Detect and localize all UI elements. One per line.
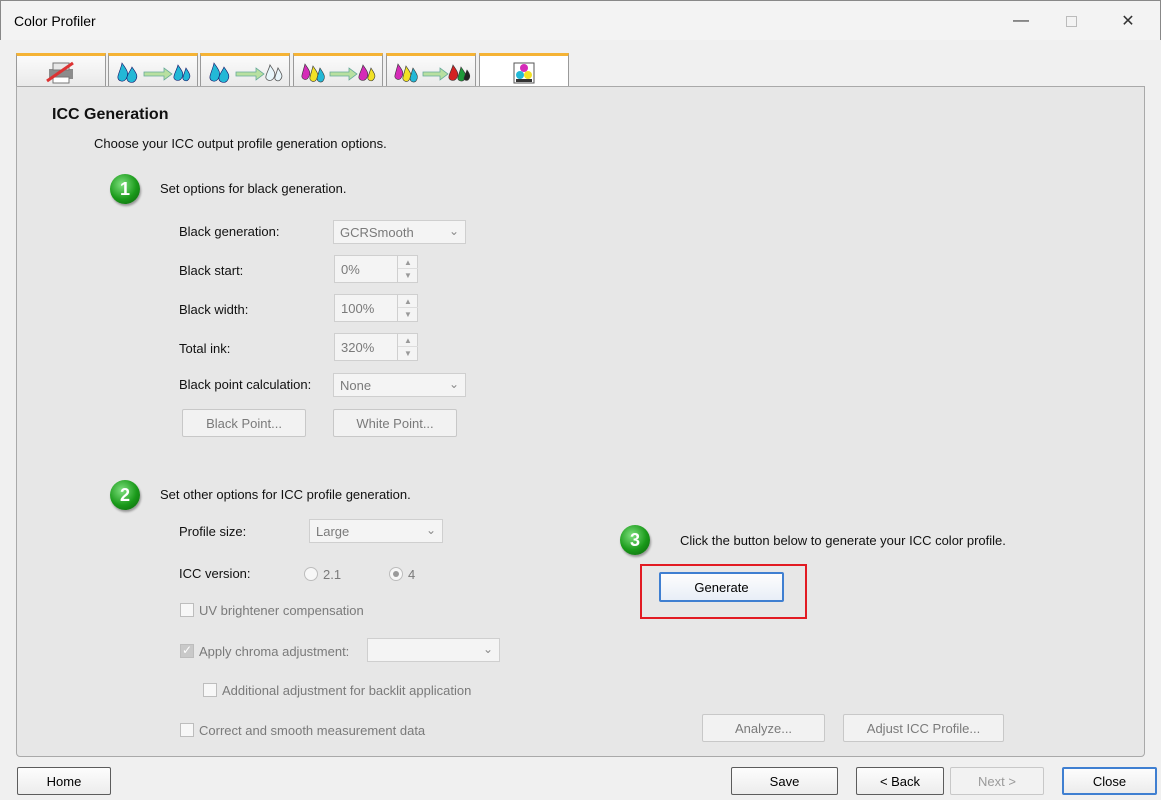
uv-brightener-label: UV brightener compensation (199, 603, 364, 618)
correct-smooth-checkbox[interactable] (180, 723, 194, 737)
spin-down-icon[interactable]: ▼ (398, 308, 418, 321)
chevron-down-icon: ⌄ (448, 377, 459, 391)
window-title: Color Profiler (14, 13, 96, 29)
step-3-label: Click the button below to generate your … (680, 533, 1006, 548)
back-button[interactable]: < Back (856, 767, 944, 795)
icc-version-2-1-radio[interactable] (304, 567, 318, 581)
backlit-label: Additional adjustment for backlit applic… (222, 683, 472, 698)
close-icon[interactable]: ✕ (1103, 1, 1153, 41)
black-generation-label: Black generation: (179, 224, 280, 239)
title-bar: Color Profiler — ✕ (0, 0, 1161, 40)
chevron-down-icon: ⌄ (482, 642, 493, 656)
apply-chroma-checkbox[interactable] (180, 643, 194, 658)
printer-setup-icon (46, 61, 74, 83)
black-point-calc-label: Black point calculation: (179, 377, 312, 392)
profile-size-select[interactable]: Large ⌄ (309, 519, 443, 543)
profile-size-value: Large (316, 524, 350, 539)
icc-version-4-radio[interactable] (389, 567, 403, 581)
icc-generation-icon (513, 62, 535, 83)
chevron-down-icon: ⌄ (448, 224, 459, 238)
black-point-button[interactable]: Black Point... (182, 409, 306, 437)
black-start-label: Black start: (179, 263, 244, 278)
page-subtitle: Choose your ICC output profile generatio… (94, 136, 387, 151)
icc-version-4-label: 4 (408, 567, 416, 582)
tab-icc-generation[interactable] (479, 53, 569, 89)
step-1-label: Set options for black generation. (160, 181, 347, 196)
backlit-checkbox[interactable] (203, 683, 217, 697)
spin-down-icon[interactable]: ▼ (398, 347, 418, 360)
spin-down-icon[interactable]: ▼ (398, 269, 418, 282)
black-width-value: 100% (341, 301, 375, 316)
ink-limit-icon (301, 62, 376, 82)
apply-chroma-label: Apply chroma adjustment: (199, 644, 350, 659)
total-ink-spinner[interactable]: 320% ▲ ▼ (334, 333, 418, 361)
step-3-icon: 3 (620, 525, 650, 555)
tab-ink-to-ink[interactable] (108, 53, 198, 87)
step-1-icon: 1 (110, 174, 140, 204)
black-width-spinner[interactable]: 100% ▲ ▼ (334, 294, 418, 322)
minimize-icon[interactable]: — (996, 1, 1046, 41)
tab-ink-limit[interactable] (293, 53, 383, 87)
maximize-icon[interactable] (1046, 1, 1096, 41)
profile-size-label: Profile size: (179, 524, 247, 539)
page-title: ICC Generation (52, 106, 169, 123)
white-point-button[interactable]: White Point... (333, 409, 457, 437)
black-start-value: 0% (341, 262, 360, 277)
black-width-label: Black width: (179, 302, 249, 317)
chroma-adjustment-select[interactable]: ⌄ (367, 638, 500, 662)
next-button[interactable]: Next > (950, 767, 1044, 795)
icc-version-label: ICC version: (179, 566, 251, 581)
save-button[interactable]: Save (731, 767, 838, 795)
black-generation-value: GCRSmooth (340, 225, 414, 240)
tab-color-profile[interactable] (386, 53, 476, 87)
total-ink-value: 320% (341, 340, 375, 355)
color-profile-icon (394, 62, 471, 82)
tab-ink-linearization[interactable] (200, 53, 290, 87)
step-2-icon: 2 (110, 480, 140, 510)
analyze-button[interactable]: Analyze... (702, 714, 825, 742)
ink-to-ink-icon (117, 61, 191, 83)
black-generation-select[interactable]: GCRSmooth ⌄ (333, 220, 466, 244)
spin-up-icon[interactable]: ▲ (398, 334, 418, 347)
spin-up-icon[interactable]: ▲ (398, 295, 418, 308)
tab-printer-setup[interactable] (16, 53, 106, 87)
black-point-calc-select[interactable]: None ⌄ (333, 373, 466, 397)
spin-up-icon[interactable]: ▲ (398, 256, 418, 269)
home-button[interactable]: Home (17, 767, 111, 795)
highlight-box (640, 564, 807, 619)
total-ink-label: Total ink: (179, 341, 231, 356)
black-start-spinner[interactable]: 0% ▲ ▼ (334, 255, 418, 283)
ink-linearization-icon (209, 61, 283, 83)
uv-brightener-checkbox[interactable] (180, 603, 194, 617)
close-button[interactable]: Close (1062, 767, 1157, 795)
adjust-icc-profile-button[interactable]: Adjust ICC Profile... (843, 714, 1004, 742)
icc-version-2-1-label: 2.1 (323, 567, 342, 582)
black-point-calc-value: None (340, 378, 372, 393)
chevron-down-icon: ⌄ (425, 523, 436, 537)
correct-smooth-label: Correct and smooth measurement data (199, 723, 426, 738)
step-2-label: Set other options for ICC profile genera… (160, 487, 411, 502)
